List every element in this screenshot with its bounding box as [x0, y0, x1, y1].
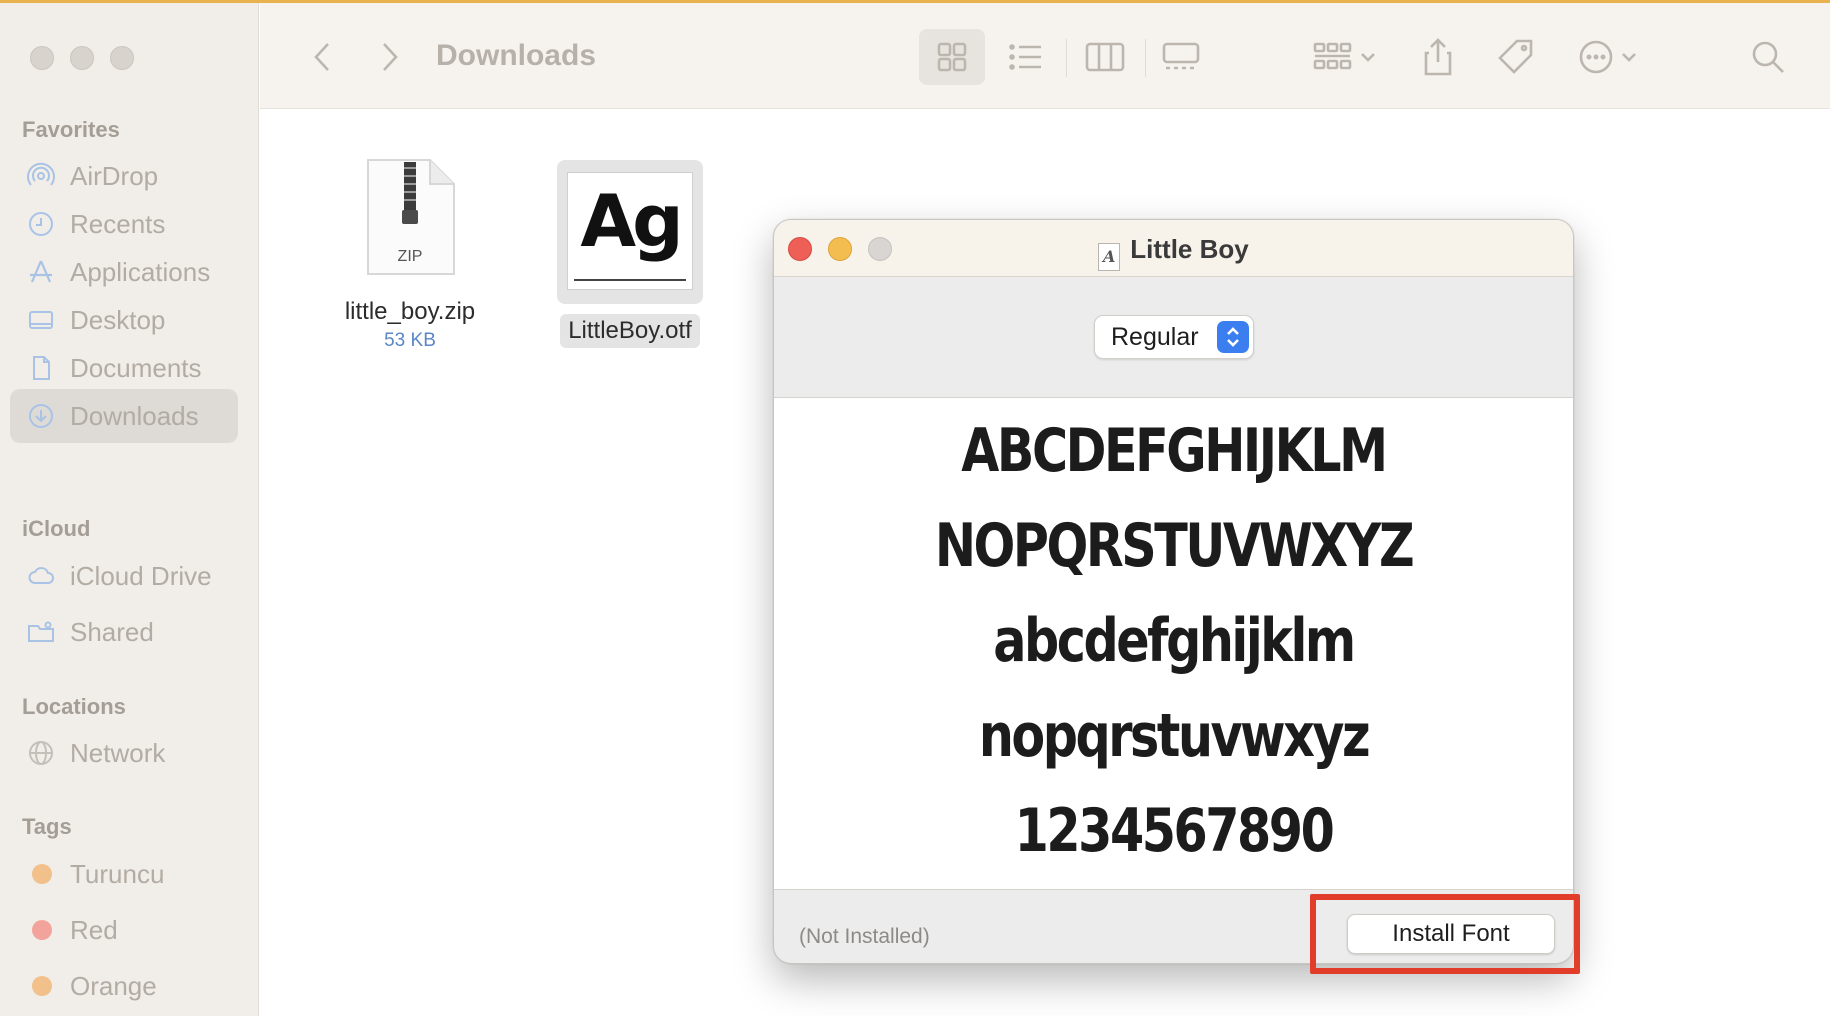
- sidebar-item-tag-turuncu[interactable]: Turuncu: [10, 847, 238, 901]
- grid-icon: [937, 42, 967, 72]
- font-style-select[interactable]: Regular: [1094, 315, 1254, 359]
- window-controls: [30, 46, 134, 70]
- clock-icon: [26, 209, 56, 239]
- tag-color-dot: [32, 920, 52, 940]
- sample-line-uppercase-2: NOPQRSTUVWXYZ: [934, 511, 1415, 581]
- minimize-window-button[interactable]: [70, 46, 94, 70]
- install-font-button[interactable]: Install Font: [1347, 914, 1555, 954]
- sidebar-item-label: Desktop: [70, 304, 166, 335]
- file-name: little_boy.zip: [344, 298, 476, 325]
- sidebar-item-label: Recents: [70, 208, 166, 239]
- sidebar-item-label: AirDrop: [70, 160, 159, 191]
- sample-line-uppercase-1: ABCDEFGHIJKLM: [961, 416, 1388, 486]
- gallery-view-button[interactable]: [1148, 29, 1214, 85]
- sidebar-item-label: iCloud Drive: [70, 560, 212, 591]
- share-icon: [1424, 38, 1452, 76]
- file-name: LittleBoy.otf: [560, 314, 700, 348]
- sidebar-item-label: Orange: [70, 970, 157, 1001]
- sidebar-item-label: Red: [70, 914, 118, 945]
- sidebar-item-tag-red[interactable]: Red: [10, 903, 238, 957]
- file-item-zip[interactable]: ZIP little_boy.zip 53 KB: [310, 158, 510, 352]
- sidebar-item-shared[interactable]: Shared: [10, 605, 238, 659]
- toolbar-separator: [1145, 39, 1146, 77]
- sidebar-heading-tags: Tags: [22, 814, 72, 839]
- install-status: (Not Installed): [799, 925, 930, 948]
- desktop-icon: [26, 305, 56, 335]
- tag-button[interactable]: [1488, 29, 1544, 85]
- finder-sidebar: Favorites AirDrop Recents Applications D…: [0, 3, 259, 1016]
- font-preview-glyphs: Ag: [580, 179, 683, 263]
- sidebar-item-label: Applications: [70, 256, 211, 287]
- tag-color-dot: [32, 976, 52, 996]
- sample-line-digits: 1234567890: [1014, 796, 1335, 866]
- ellipsis-circle-icon: [1579, 40, 1613, 74]
- gallery-icon: [1162, 42, 1200, 70]
- sidebar-item-icloud-drive[interactable]: iCloud Drive: [10, 549, 238, 603]
- up-down-chevron-icon: [1217, 321, 1249, 353]
- style-selector-bar: Regular: [774, 277, 1573, 398]
- forward-button[interactable]: [368, 29, 412, 85]
- window-title: Downloads: [436, 39, 597, 72]
- search-button[interactable]: [1740, 29, 1796, 85]
- sidebar-item-desktop[interactable]: Desktop: [10, 293, 238, 347]
- sample-line-lowercase-1: abcdefghijklm: [993, 606, 1356, 676]
- columns-icon: [1085, 42, 1125, 72]
- sidebar-item-label: Downloads: [70, 400, 199, 431]
- sidebar-item-recents[interactable]: Recents: [10, 197, 238, 251]
- font-document-icon: A: [1098, 243, 1121, 271]
- share-button[interactable]: [1410, 29, 1466, 85]
- chevron-down-icon: [1361, 53, 1375, 62]
- download-icon: [26, 401, 56, 431]
- sidebar-item-documents[interactable]: Documents: [10, 341, 238, 395]
- group-by-button[interactable]: [1305, 29, 1385, 85]
- sidebar-heading-icloud: iCloud: [22, 516, 91, 541]
- font-preview-area: ABCDEFGHIJKLM NOPQRSTUVWXYZ abcdefghijkl…: [774, 398, 1573, 890]
- list-view-button[interactable]: [993, 29, 1059, 85]
- sidebar-item-applications[interactable]: Applications: [10, 245, 238, 299]
- back-button[interactable]: [300, 29, 344, 85]
- dialog-titlebar: A Little Boy: [774, 220, 1573, 277]
- document-icon: [26, 353, 56, 383]
- search-icon: [1752, 41, 1784, 73]
- sidebar-item-label: Turuncu: [70, 858, 165, 889]
- chevron-right-icon: [383, 43, 398, 71]
- file-type-badge: ZIP: [397, 248, 423, 265]
- sidebar-heading-locations: Locations: [22, 694, 126, 719]
- sidebar-item-airdrop[interactable]: AirDrop: [10, 149, 238, 203]
- sample-line-lowercase-2: nopqrstuvwxyz: [978, 701, 1371, 771]
- sidebar-item-tag-orange[interactable]: Orange: [10, 959, 238, 1013]
- sidebar-item-label: Documents: [70, 352, 202, 383]
- file-item-font[interactable]: Ag LittleBoy.otf: [550, 160, 710, 348]
- zip-file-icon: ZIP: [364, 158, 456, 276]
- dialog-title: A Little Boy: [774, 234, 1573, 271]
- chevron-left-icon: [314, 43, 329, 71]
- sidebar-item-label: Network: [70, 737, 166, 768]
- icon-view-button[interactable]: [919, 29, 985, 85]
- applications-icon: [26, 257, 56, 287]
- globe-icon: [26, 738, 56, 768]
- dialog-title-text: Little Boy: [1130, 234, 1249, 264]
- font-book-dialog: A Little Boy Regular ABCDEFGHIJKLM NOPQRS…: [773, 219, 1574, 964]
- sidebar-item-downloads[interactable]: Downloads: [10, 389, 238, 443]
- font-file-thumbnail: Ag: [557, 160, 703, 304]
- list-icon: [1009, 44, 1041, 70]
- close-window-button[interactable]: [30, 46, 54, 70]
- more-actions-button[interactable]: [1568, 29, 1648, 85]
- sidebar-item-label: Shared: [70, 616, 154, 647]
- tag-icon: [1498, 39, 1533, 74]
- chevron-down-icon: [1622, 53, 1636, 62]
- airdrop-icon: [26, 161, 56, 191]
- column-view-button[interactable]: [1072, 29, 1138, 85]
- shared-folder-icon: [26, 617, 56, 647]
- finder-toolbar: Downloads: [260, 3, 1830, 109]
- group-grid-icon: [1313, 42, 1352, 70]
- tag-color-dot: [32, 864, 52, 884]
- cloud-icon: [26, 561, 56, 591]
- file-size: 53 KB: [384, 330, 436, 351]
- toolbar-separator: [1066, 39, 1067, 77]
- zoom-window-button[interactable]: [110, 46, 134, 70]
- sidebar-heading-favorites: Favorites: [22, 117, 120, 142]
- sidebar-item-network[interactable]: Network: [10, 726, 238, 780]
- font-style-value: Regular: [1111, 322, 1199, 351]
